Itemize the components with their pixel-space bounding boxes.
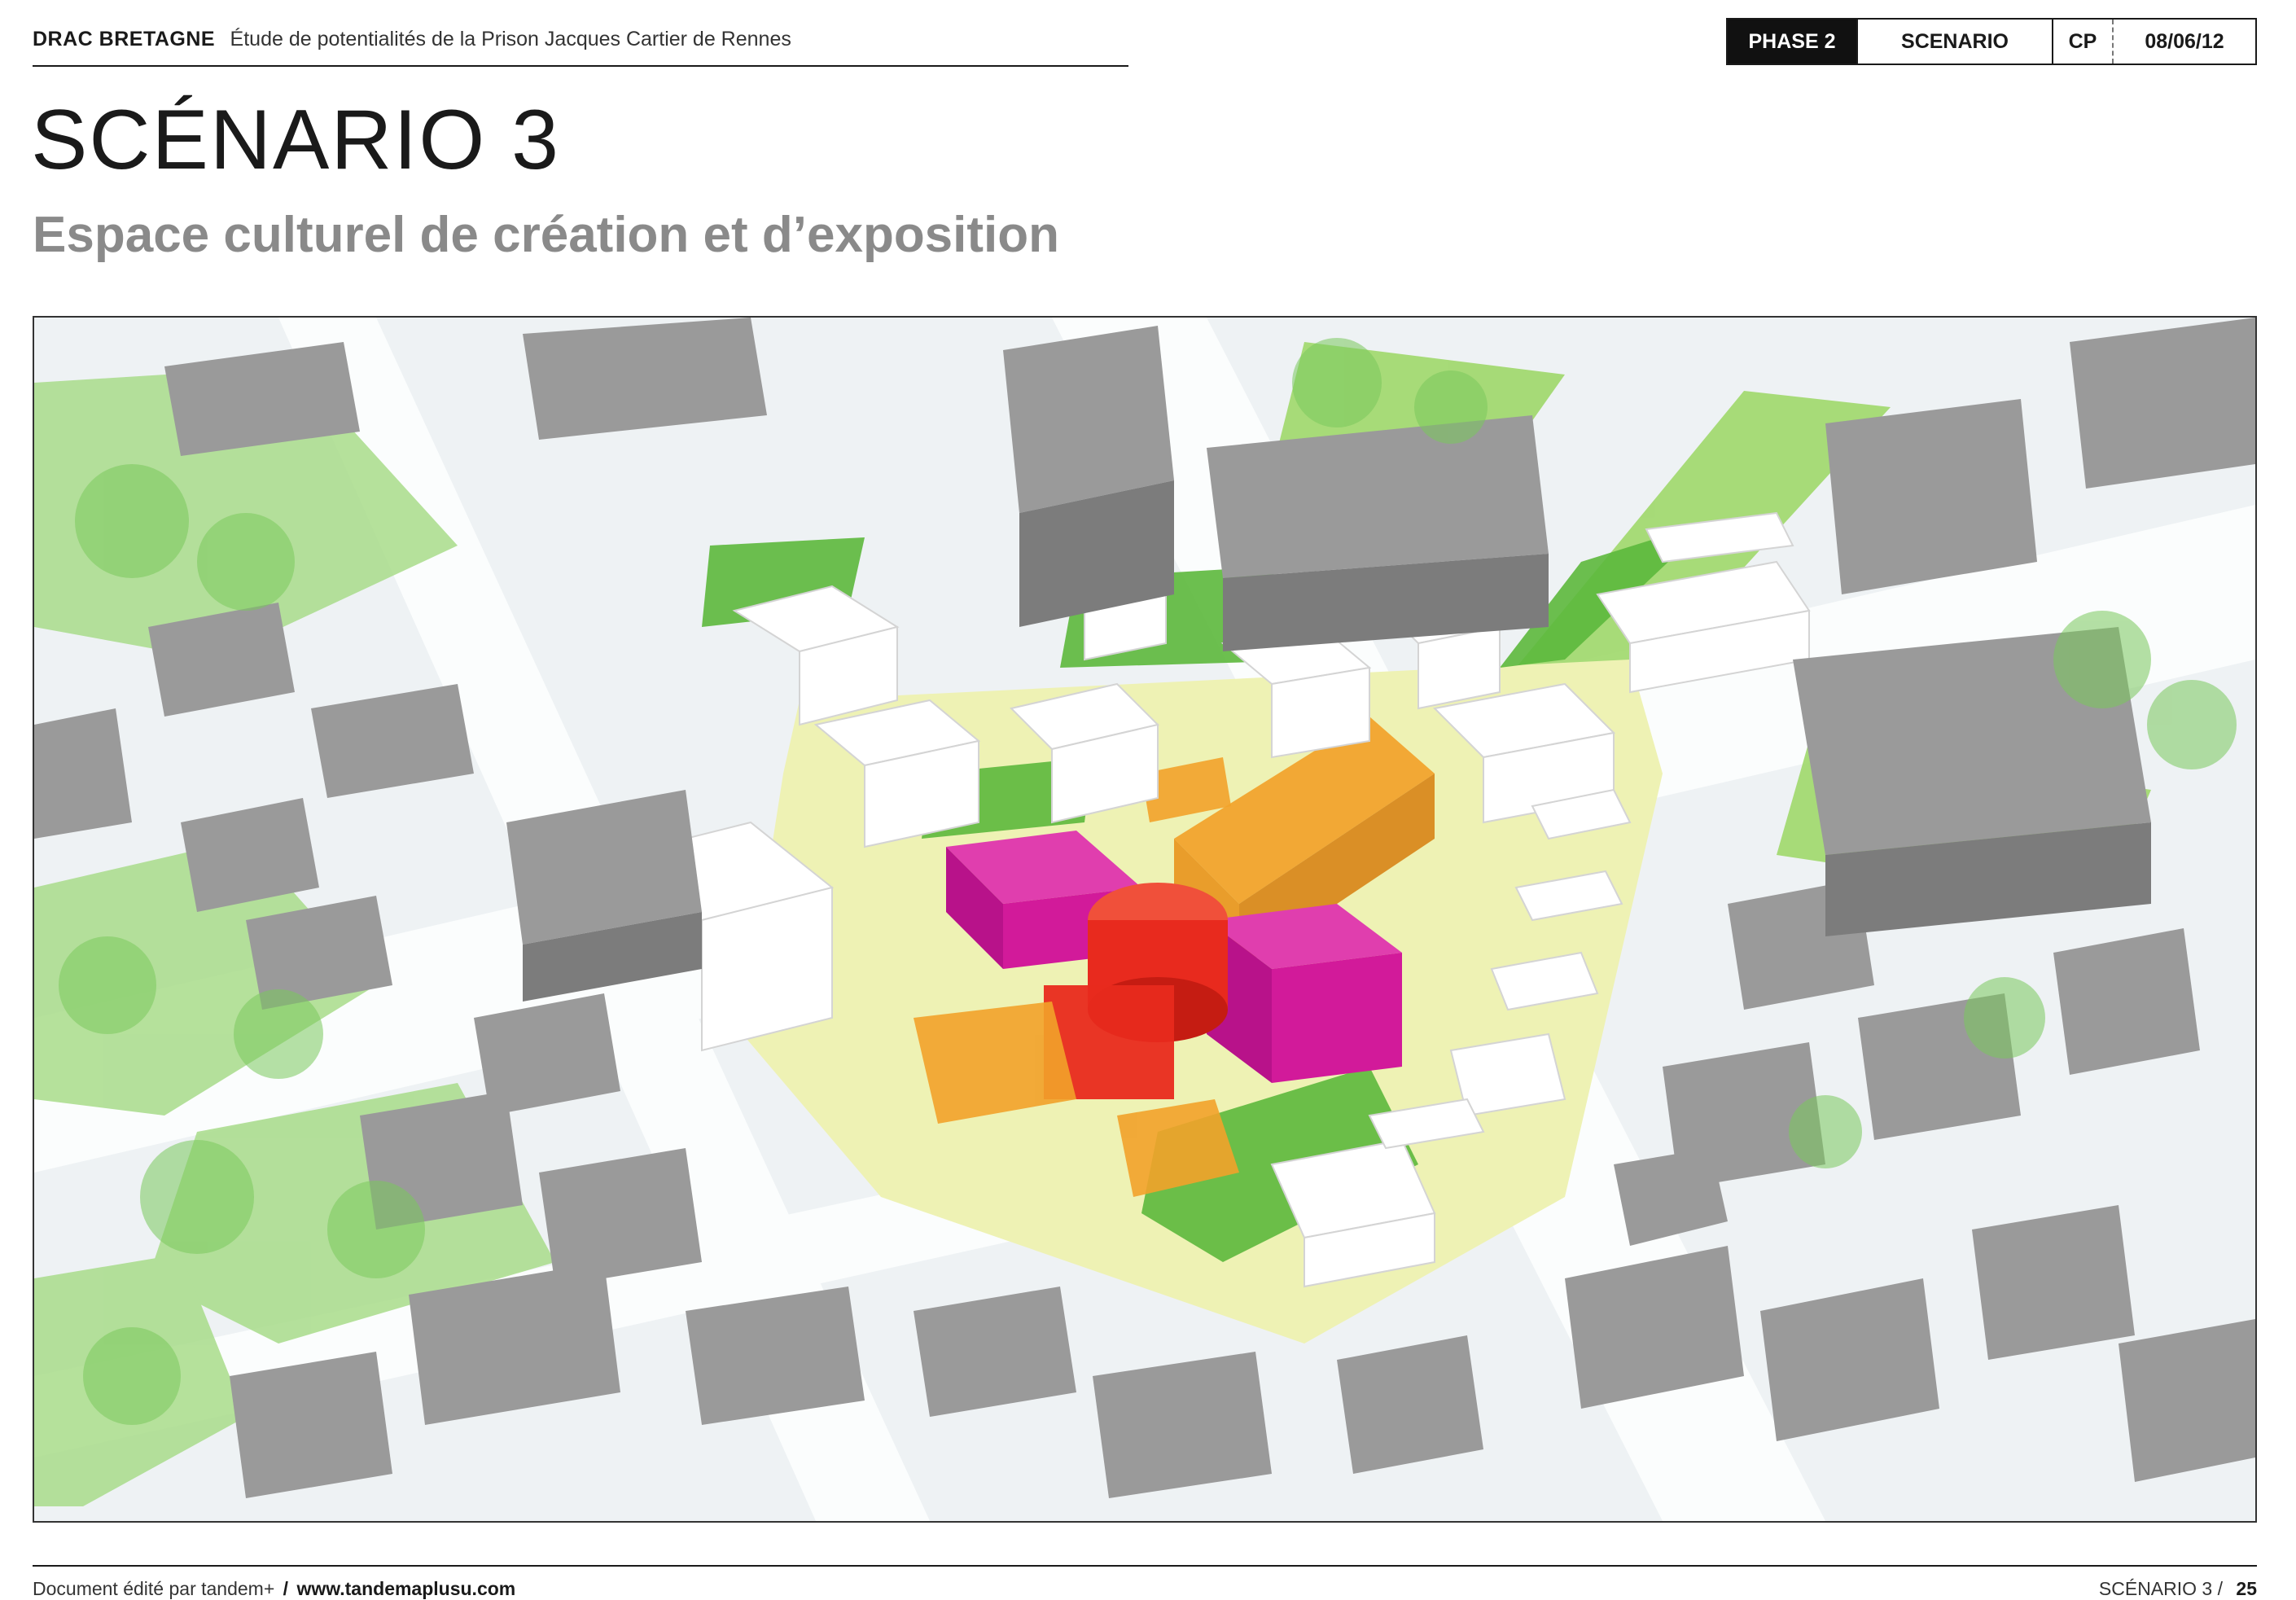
- page-number: 25: [2236, 1578, 2257, 1599]
- footer-url-link[interactable]: www.tandemaplusu.com: [296, 1578, 515, 1599]
- footer-edited-by: Document édité par tandem+: [33, 1578, 275, 1599]
- aerial-massing-view: [33, 316, 2257, 1523]
- header-study-title: Étude de potentialités de la Prison Jacq…: [230, 28, 791, 50]
- page-title: SCÉNARIO 3: [31, 93, 560, 187]
- tab-phase: PHASE 2: [1728, 20, 1856, 64]
- footer-page-info: SCÉNARIO 3 / 25: [2099, 1578, 2257, 1600]
- page-subtitle: Espace culturel de création et d’exposit…: [33, 207, 1060, 263]
- footer-separator: /: [283, 1578, 289, 1599]
- tab-cp: CP: [2052, 20, 2114, 64]
- footer-rule: [33, 1565, 2257, 1567]
- header-organization: DRAC BRETAGNE: [33, 28, 216, 50]
- tab-scenario: SCENARIO: [1856, 20, 2052, 64]
- footer-credits: Document édité par tandem+ / www.tandema…: [33, 1578, 515, 1600]
- tab-date: 08/06/12: [2145, 29, 2224, 53]
- header-tabs: PHASE 2 SCENARIO CP 08/06/12: [1726, 18, 2257, 65]
- header-left: DRAC BRETAGNE Étude de potentialités de …: [33, 28, 1128, 67]
- footer-section: SCÉNARIO 3 /: [2098, 1578, 2224, 1599]
- aerial-massing-illustration: [34, 318, 2255, 1521]
